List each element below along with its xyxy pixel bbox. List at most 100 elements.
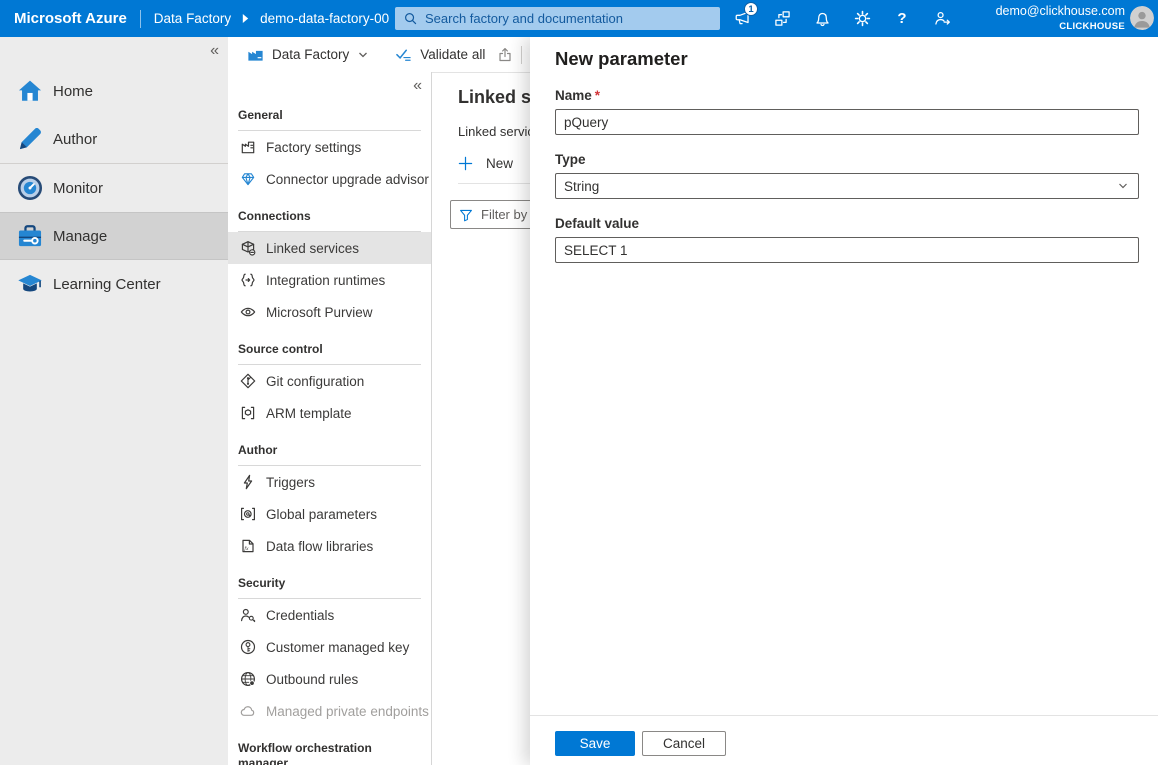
- notification-badge: 1: [744, 2, 758, 16]
- credentials-icon: [240, 607, 256, 623]
- hub-item-factory-settings[interactable]: Factory settings: [228, 131, 431, 163]
- new-button-label: New: [486, 156, 513, 171]
- outbound-rules-icon: [240, 671, 256, 687]
- global-parameters-icon: [240, 506, 256, 522]
- hub-item-git-configuration[interactable]: Git configuration: [228, 365, 431, 397]
- hub-item-credentials[interactable]: Credentials: [228, 599, 431, 631]
- notifications-bell-icon[interactable]: [802, 0, 842, 37]
- account-email: demo@clickhouse.com: [996, 5, 1125, 18]
- new-parameter-panel: New parameter Name* Type String Default …: [530, 37, 1158, 765]
- hub-item-connector-upgrade-advisor[interactable]: Connector upgrade advisor: [228, 163, 431, 195]
- hub-item-customer-managed-key[interactable]: Customer managed key: [228, 631, 431, 663]
- hub-item-label: Outbound rules: [266, 672, 358, 687]
- hub-section-title-source-control: Source control: [238, 342, 421, 365]
- search-input[interactable]: [425, 11, 712, 26]
- hub-section-general: GeneralFactory settings Connector upgrade…: [228, 108, 431, 195]
- hub-section-title-general: General: [238, 108, 421, 131]
- sidebar-item-home[interactable]: Home: [0, 67, 228, 115]
- collapse-left-sidebar-icon[interactable]: «: [210, 43, 219, 59]
- new-button[interactable]: New: [458, 156, 513, 171]
- sidebar-item-author[interactable]: Author: [0, 115, 228, 163]
- account-info[interactable]: demo@clickhouse.com CLICKHOUSE: [996, 5, 1125, 33]
- factory-switcher[interactable]: Data Factory: [247, 46, 369, 63]
- hub-sidebar: « GeneralFactory settings Connector upgra…: [228, 72, 432, 765]
- hub-item-label: Integration runtimes: [266, 273, 385, 288]
- hub-item-arm-template[interactable]: ARM template: [228, 397, 431, 429]
- breadcrumb-product[interactable]: Data Factory: [154, 11, 231, 26]
- breadcrumb-factory-name: demo-data-factory-00: [260, 11, 389, 26]
- search-icon: [403, 11, 418, 26]
- arm-template-icon: [240, 405, 256, 421]
- required-asterisk: *: [595, 87, 600, 104]
- cancel-button[interactable]: Cancel: [642, 731, 726, 756]
- sidebar-item-label: Manage: [53, 228, 107, 245]
- data-factory-icon: [247, 46, 264, 63]
- default-value-label: Default value: [555, 215, 1139, 232]
- hub-item-data-flow-libraries[interactable]: fxData flow libraries: [228, 530, 431, 562]
- hub-item-label: Global parameters: [266, 507, 377, 522]
- sidebar-item-learning-center[interactable]: Learning Center: [0, 260, 228, 308]
- learning-center-icon: [17, 271, 43, 297]
- hub-item-outbound-rules[interactable]: Outbound rules: [228, 663, 431, 695]
- switch-context-icon[interactable]: [762, 0, 802, 37]
- hub-item-linked-services[interactable]: Linked services: [228, 232, 431, 264]
- hub-item-triggers[interactable]: Triggers: [228, 466, 431, 498]
- microsoft-purview-icon: [240, 304, 256, 320]
- chevron-down-icon: [357, 49, 369, 61]
- divider: [521, 46, 522, 64]
- validate-all-button[interactable]: Validate all: [395, 46, 485, 63]
- validate-all-label: Validate all: [420, 47, 485, 62]
- funnel-icon: [459, 208, 473, 222]
- help-icon[interactable]: ?: [882, 0, 922, 37]
- hub-item-integration-runtimes[interactable]: Integration runtimes: [228, 264, 431, 296]
- name-label: Name*: [555, 87, 1139, 104]
- export-icon: [497, 47, 513, 63]
- sidebar-item-manage[interactable]: Manage: [0, 212, 228, 260]
- hub-item-label: Managed private endpoints: [266, 704, 429, 719]
- svg-text:fx: fx: [244, 545, 249, 552]
- type-select[interactable]: String: [555, 173, 1139, 199]
- hub-section-connections: ConnectionsLinked servicesIntegration ru…: [228, 209, 431, 328]
- account-tenant: CLICKHOUSE: [996, 20, 1125, 33]
- hub-item-managed-private-endpoints: Managed private endpoints: [228, 695, 431, 727]
- save-button[interactable]: Save: [555, 731, 635, 756]
- hub-section-title-security: Security: [238, 576, 421, 599]
- hub-item-label: Git configuration: [266, 374, 364, 389]
- sidebar-item-label: Monitor: [53, 180, 103, 197]
- hub-section-author: AuthorTriggers Global parameters fxData fl…: [228, 443, 431, 562]
- hub-section-title-workflow-orchestration-manager: Workflow orchestration manager: [238, 741, 421, 765]
- triggers-icon: [240, 474, 256, 490]
- hub-section-security: SecurityCredentials Customer managed key O…: [228, 576, 431, 727]
- name-input[interactable]: [555, 109, 1139, 135]
- azure-brand[interactable]: Microsoft Azure: [14, 10, 127, 27]
- sidebar-item-monitor[interactable]: Monitor: [0, 164, 228, 212]
- chevron-down-icon: [1117, 180, 1129, 192]
- integration-runtimes-icon: [240, 272, 256, 288]
- hub-item-label: Customer managed key: [266, 640, 409, 655]
- hub-item-microsoft-purview[interactable]: Microsoft Purview: [228, 296, 431, 328]
- settings-gear-icon[interactable]: [842, 0, 882, 37]
- factory-settings-icon: [240, 139, 256, 155]
- hub-item-label: ARM template: [266, 406, 352, 421]
- breadcrumb: Data Factory demo-data-factory-00: [154, 11, 389, 26]
- hub-section-title-author: Author: [238, 443, 421, 466]
- factory-search[interactable]: [395, 7, 720, 30]
- data-flow-libraries-icon: fx: [240, 538, 256, 554]
- collapse-hub-sidebar-icon[interactable]: «: [413, 78, 422, 94]
- divider: [140, 10, 141, 28]
- hub-item-label: Microsoft Purview: [266, 305, 373, 320]
- announcements-icon[interactable]: 1: [722, 0, 762, 37]
- panel-title: New parameter: [555, 47, 1139, 71]
- author-icon: [17, 126, 43, 152]
- sidebar-item-label: Learning Center: [53, 276, 161, 293]
- avatar[interactable]: [1130, 6, 1154, 30]
- export-button[interactable]: [497, 47, 513, 63]
- hub-item-global-parameters[interactable]: Global parameters: [228, 498, 431, 530]
- linked-services-icon: [240, 240, 256, 256]
- feedback-icon[interactable]: [922, 0, 962, 37]
- default-value-input[interactable]: [555, 237, 1139, 263]
- breadcrumb-chevron-icon: [241, 13, 250, 24]
- panel-footer: Save Cancel: [530, 715, 1158, 765]
- hub-item-label: Connector upgrade advisor: [266, 172, 429, 187]
- connector-upgrade-advisor-icon: [240, 171, 256, 187]
